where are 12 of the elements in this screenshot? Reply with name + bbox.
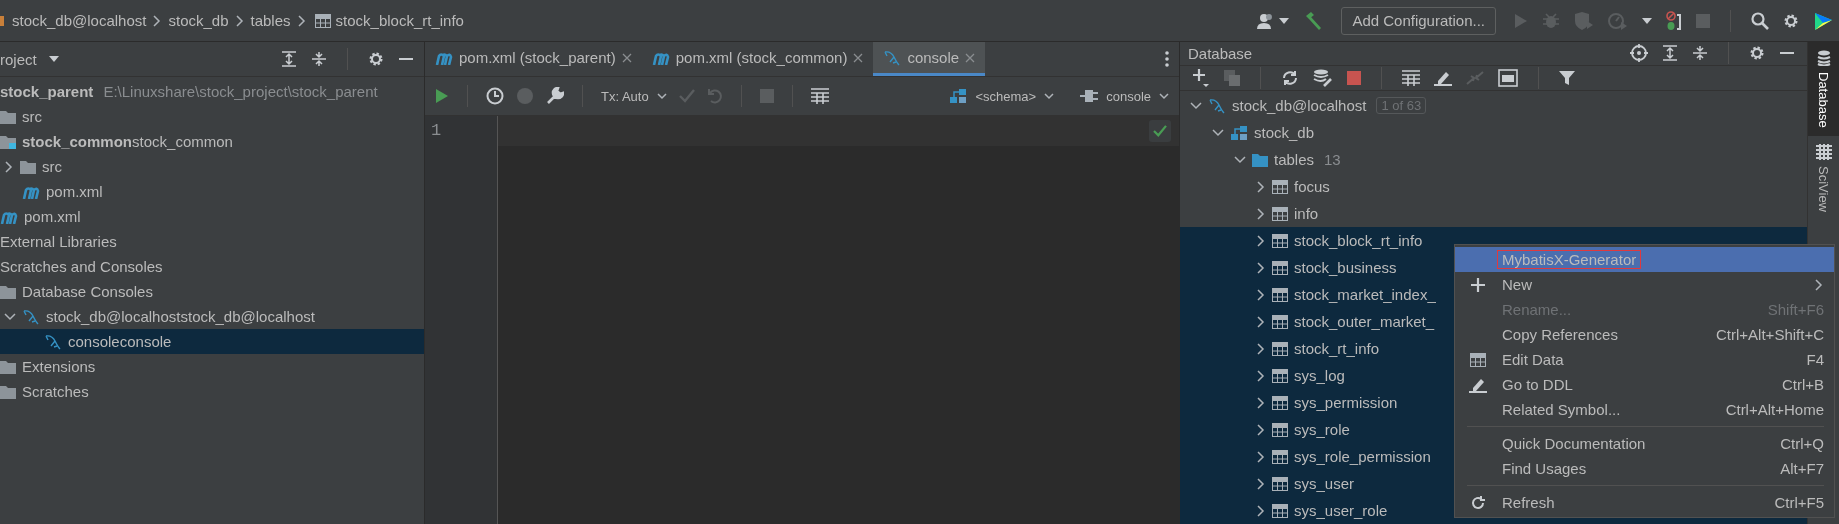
shortcut-label: Ctrl+Alt+Shift+C <box>1716 326 1824 343</box>
highlight-box: MybatisX-Generator <box>1497 250 1642 269</box>
line-number: 1 <box>430 120 443 142</box>
shortcut-label: Ctrl+F5 <box>1774 494 1824 511</box>
shortcut-label: Alt+F7 <box>1780 460 1824 477</box>
project-path: E:\Linuxshare\stock_project\stock_parent <box>103 83 378 100</box>
shortcut-label: Ctrl+B <box>1781 376 1824 393</box>
shortcut-label: F4 <box>1806 351 1824 368</box>
item-count: 13 <box>1324 151 1341 168</box>
shortcut-label: Ctrl+Alt+Home <box>1725 401 1824 418</box>
shortcut-label: Ctrl+Q <box>1780 435 1824 452</box>
panel-title: Database <box>1188 44 1254 62</box>
